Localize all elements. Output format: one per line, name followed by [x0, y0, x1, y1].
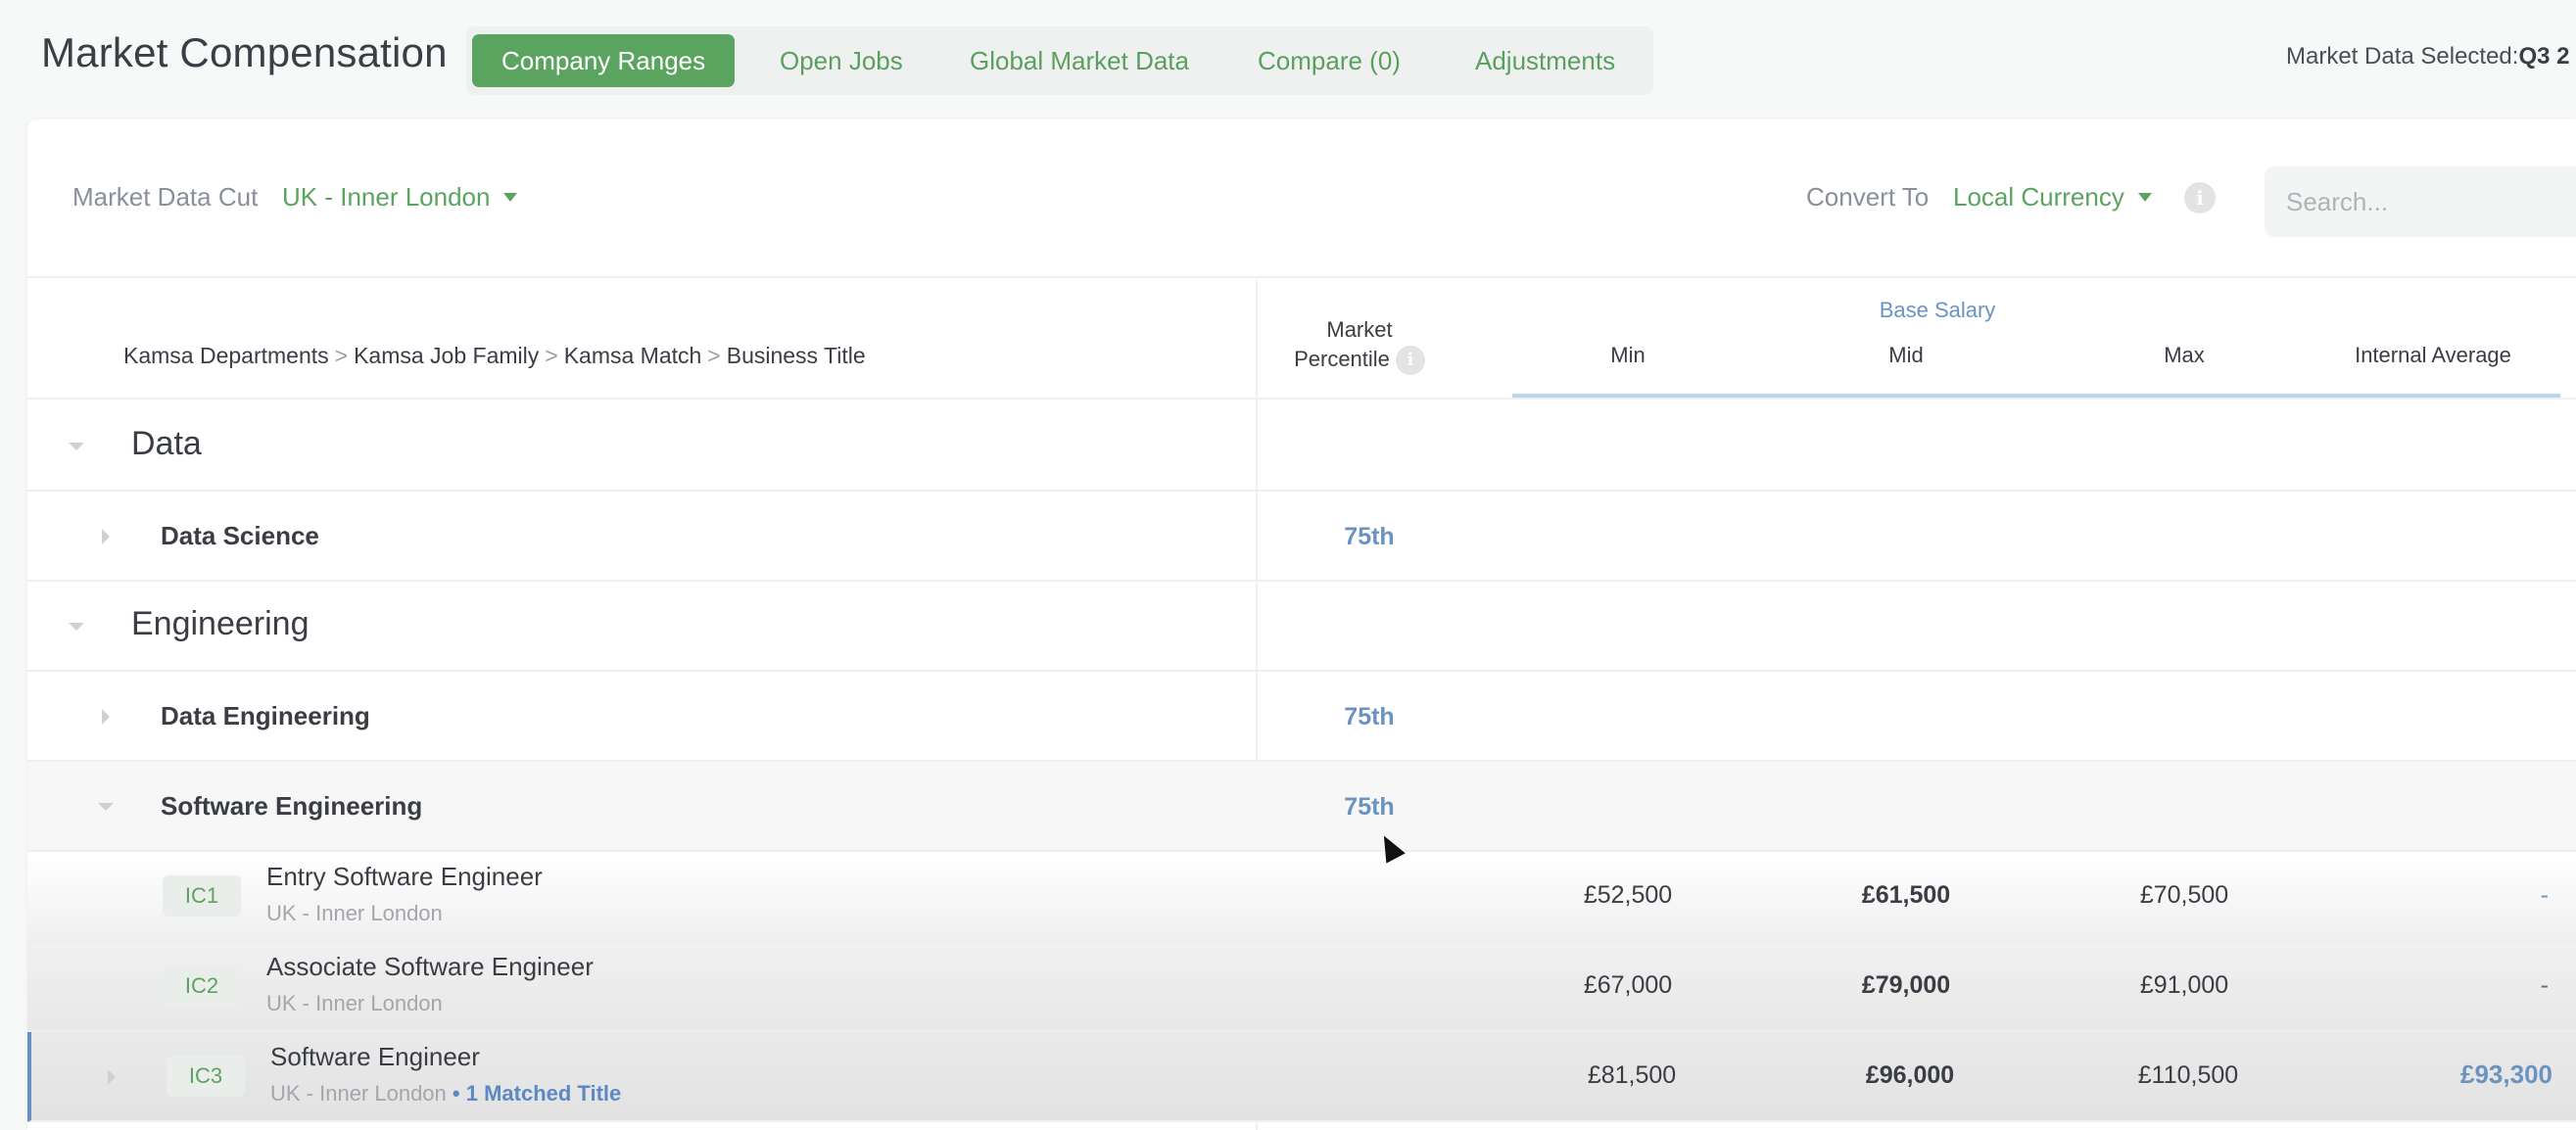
job-location: UK - Inner London	[266, 991, 443, 1015]
max-value: £91,000	[2139, 971, 2229, 999]
column-header-max[interactable]: Max	[2086, 343, 2282, 368]
column-header-min[interactable]: Min	[1530, 343, 1726, 368]
caret-down-icon	[503, 192, 518, 202]
expand-caret-icon[interactable]	[102, 709, 110, 725]
job-row[interactable]: IC2 Associate Software Engineer UK - Inn…	[27, 942, 2576, 1032]
mid-value: £79,000	[1861, 971, 1951, 999]
breadcrumb-separator: >	[707, 343, 721, 368]
search-box	[2265, 166, 2576, 237]
min-value: £52,500	[1583, 881, 1673, 909]
caret-down-icon	[2137, 192, 2152, 202]
breadcrumb-item: Kamsa Match	[563, 343, 702, 368]
mid-value: £61,500	[1861, 881, 1951, 909]
job-location: UK - Inner London	[270, 1081, 447, 1106]
search-input[interactable]	[2265, 166, 2576, 237]
department-name: Data	[131, 425, 202, 462]
min-value: £67,000	[1583, 971, 1673, 999]
breadcrumb-item: Kamsa Departments	[123, 343, 329, 368]
expand-caret-icon[interactable]	[102, 529, 110, 544]
job-row[interactable]: IC3 Software Engineer UK - Inner London …	[27, 1032, 2576, 1122]
market-percentile-value[interactable]: 75th	[1291, 793, 1448, 822]
min-value: £81,500	[1587, 1061, 1677, 1089]
breadcrumb-separator: >	[545, 343, 558, 368]
level-badge: IC3	[167, 1056, 245, 1097]
job-family-row[interactable]: Data Engineering 75th	[27, 672, 2576, 762]
tab-company-ranges[interactable]: Company Ranges	[472, 34, 736, 87]
job-family-name: Software Engineering	[161, 791, 423, 821]
max-value: £70,500	[2139, 881, 2229, 909]
job-family-row[interactable]: Software Engineering 75th	[27, 762, 2576, 852]
job-family-name: Data Engineering	[161, 701, 370, 730]
level-badge: IC2	[163, 965, 241, 1007]
mid-value: £96,000	[1865, 1061, 1955, 1089]
collapse-caret-icon[interactable]	[69, 443, 84, 450]
tab-compare[interactable]: Compare (0)	[1228, 34, 1430, 87]
filter-bar: Market Data Cut UK - Inner London Conver…	[27, 119, 2576, 278]
market-data-cut-dropdown[interactable]: UK - Inner London	[282, 182, 518, 212]
internal-average-value: -	[2540, 881, 2549, 909]
breadcrumb-item: Business Title	[726, 343, 866, 368]
job-title[interactable]: Software Engineer	[270, 1042, 480, 1072]
max-value: £110,500	[2137, 1061, 2239, 1089]
base-salary-underline	[1512, 394, 2560, 398]
department-row[interactable]: Data	[27, 401, 2576, 492]
convert-to-label: Convert To	[1806, 182, 1930, 212]
tab-adjustments[interactable]: Adjustments	[1446, 34, 1645, 87]
column-header-internal-average[interactable]: Internal Average	[2306, 343, 2560, 368]
breadcrumb-separator: >	[334, 343, 349, 368]
job-title[interactable]: Associate Software Engineer	[266, 952, 594, 982]
department-name: Engineering	[131, 605, 310, 642]
matched-titles-link[interactable]: • 1 Matched Title	[453, 1081, 621, 1106]
top-bar: Market Compensation Company Ranges Open …	[0, 0, 2576, 118]
market-percentile-header: Market Percentile i	[1262, 315, 1457, 376]
tab-open-jobs[interactable]: Open Jobs	[750, 34, 932, 87]
tab-bar: Company Ranges Open Jobs Global Market D…	[466, 26, 1653, 95]
market-data-cut-label: Market Data Cut	[72, 182, 259, 212]
collapse-caret-icon[interactable]	[98, 803, 114, 811]
job-title[interactable]: Entry Software Engineer	[266, 862, 543, 892]
collapse-caret-icon[interactable]	[69, 623, 84, 631]
department-row[interactable]: Engineering	[27, 582, 2576, 672]
job-location: UK - Inner London	[266, 901, 443, 925]
market-data-selected: Market Data Selected:Q3 2	[2286, 43, 2569, 71]
market-percentile-header-line2: Percentile	[1294, 347, 1390, 371]
internal-average-value: -	[2540, 971, 2549, 999]
info-icon[interactable]: i	[2184, 182, 2216, 213]
market-percentile-value[interactable]: 75th	[1291, 523, 1448, 551]
info-icon[interactable]: i	[1395, 346, 1425, 376]
company-ranges-card: Market Data Cut UK - Inner London Conver…	[27, 119, 2576, 1130]
expand-caret-icon[interactable]	[108, 1069, 116, 1085]
hierarchy-breadcrumb: Kamsa Departments > Kamsa Job Family > Kamsa…	[123, 343, 866, 369]
job-family-row[interactable]: Data Science 75th	[27, 492, 2576, 582]
market-percentile-header-line1: Market	[1326, 317, 1393, 342]
base-salary-group-header: Base Salary	[1879, 298, 1996, 322]
page-title: Market Compensation	[41, 29, 448, 75]
convert-to-value: Local Currency	[1953, 182, 2124, 212]
job-row[interactable]: IC1 Entry Software Engineer UK - Inner L…	[27, 852, 2576, 942]
level-badge: IC1	[163, 875, 241, 917]
job-location-line: UK - Inner London • 1 Matched Title	[270, 1081, 621, 1106]
breadcrumb-item: Kamsa Job Family	[354, 343, 540, 368]
market-data-selected-value: Q3 2	[2518, 43, 2570, 70]
column-header-mid[interactable]: Mid	[1808, 343, 2004, 368]
market-data-cut-value: UK - Inner London	[282, 182, 491, 212]
tab-global-market-data[interactable]: Global Market Data	[940, 34, 1218, 87]
market-percentile-value[interactable]: 75th	[1291, 703, 1448, 731]
job-family-name: Data Science	[161, 521, 319, 550]
convert-to-dropdown[interactable]: Local Currency	[1953, 182, 2152, 212]
market-data-selected-label: Market Data Selected:	[2286, 43, 2519, 70]
internal-average-value[interactable]: £93,300	[2337, 1059, 2552, 1090]
